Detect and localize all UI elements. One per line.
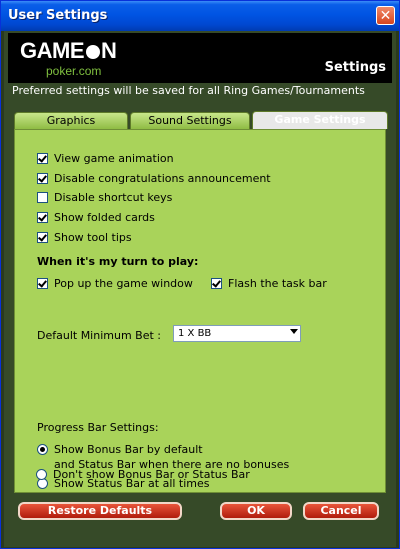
progress-heading: Progress Bar Settings: (37, 420, 159, 434)
poker-chip-icon (86, 45, 100, 59)
dialog-body: GAME N poker.com Settings Preferred setti… (4, 31, 396, 547)
window-title: User Settings (8, 8, 108, 23)
radio[interactable] (36, 468, 47, 480)
close-icon[interactable]: ✕ (376, 6, 395, 25)
gameon-logo: GAME N (20, 38, 117, 64)
info-text: Preferred settings will be saved for all… (12, 84, 365, 97)
option-label: View game animation (54, 151, 174, 165)
option-view-animation[interactable]: View game animation (37, 150, 174, 166)
checkbox[interactable] (37, 152, 48, 164)
checkbox[interactable] (37, 277, 48, 289)
chevron-down-icon[interactable] (290, 329, 298, 334)
header-section-title: Settings (324, 60, 386, 75)
user-settings-window: User Settings ✕ GAME N poker.com Settings… (0, 0, 400, 549)
option-label: Pop up the game window (54, 276, 193, 290)
option-flash-taskbar[interactable]: Flash the task bar (211, 275, 327, 291)
tab-bar: Graphics Sound Settings Game Settings (14, 111, 388, 130)
option-disable-shortcuts[interactable]: Disable shortcut keys (37, 189, 172, 205)
min-bet-value: 1 X BB (178, 328, 212, 339)
cancel-button[interactable]: Cancel (303, 502, 379, 520)
tab-sound-settings[interactable]: Sound Settings (130, 112, 250, 129)
option-label: Show tool tips (54, 230, 132, 244)
min-bet-select[interactable]: 1 X BB (173, 325, 301, 342)
checkbox[interactable] (37, 172, 48, 184)
option-label: Flash the task bar (228, 276, 327, 290)
progress-option-bonus[interactable]: Show Bonus Bar by default (37, 441, 203, 457)
restore-defaults-button[interactable]: Restore Defaults (18, 502, 182, 520)
checkbox[interactable] (37, 231, 48, 243)
tab-graphics[interactable]: Graphics (14, 112, 128, 129)
option-disable-congrats[interactable]: Disable congratulations announcement (37, 170, 271, 186)
game-settings-panel: View game animation Disable congratulati… (14, 129, 386, 493)
option-popup-window[interactable]: Pop up the game window (37, 275, 193, 291)
checkbox[interactable] (37, 191, 48, 203)
tab-game-settings[interactable]: Game Settings (252, 111, 388, 129)
radio[interactable] (37, 443, 48, 455)
option-show-folded[interactable]: Show folded cards (37, 209, 155, 225)
ok-button[interactable]: OK (220, 502, 292, 520)
option-label: Don't show Bonus Bar or Status Bar (53, 467, 250, 481)
turn-heading: When it's my turn to play: (37, 254, 199, 268)
min-bet-label: Default Minimum Bet : (37, 328, 161, 342)
logo-text-on: N (101, 38, 117, 63)
title-bar[interactable]: User Settings ✕ (1, 1, 399, 31)
option-show-tooltips[interactable]: Show tool tips (37, 229, 132, 245)
option-label: Show Bonus Bar by default (54, 442, 203, 456)
option-label: Disable congratulations announcement (54, 171, 271, 185)
option-label: Disable shortcut keys (54, 190, 173, 204)
option-label: Show folded cards (54, 210, 155, 224)
checkbox[interactable] (211, 277, 222, 289)
progress-option-none[interactable]: Don't show Bonus Bar or Status Bar (36, 466, 250, 482)
header-banner: GAME N poker.com Settings (8, 33, 392, 83)
checkbox[interactable] (37, 211, 48, 223)
logo-subtext: poker.com (46, 64, 102, 78)
logo-text-game: GAME (20, 38, 85, 63)
